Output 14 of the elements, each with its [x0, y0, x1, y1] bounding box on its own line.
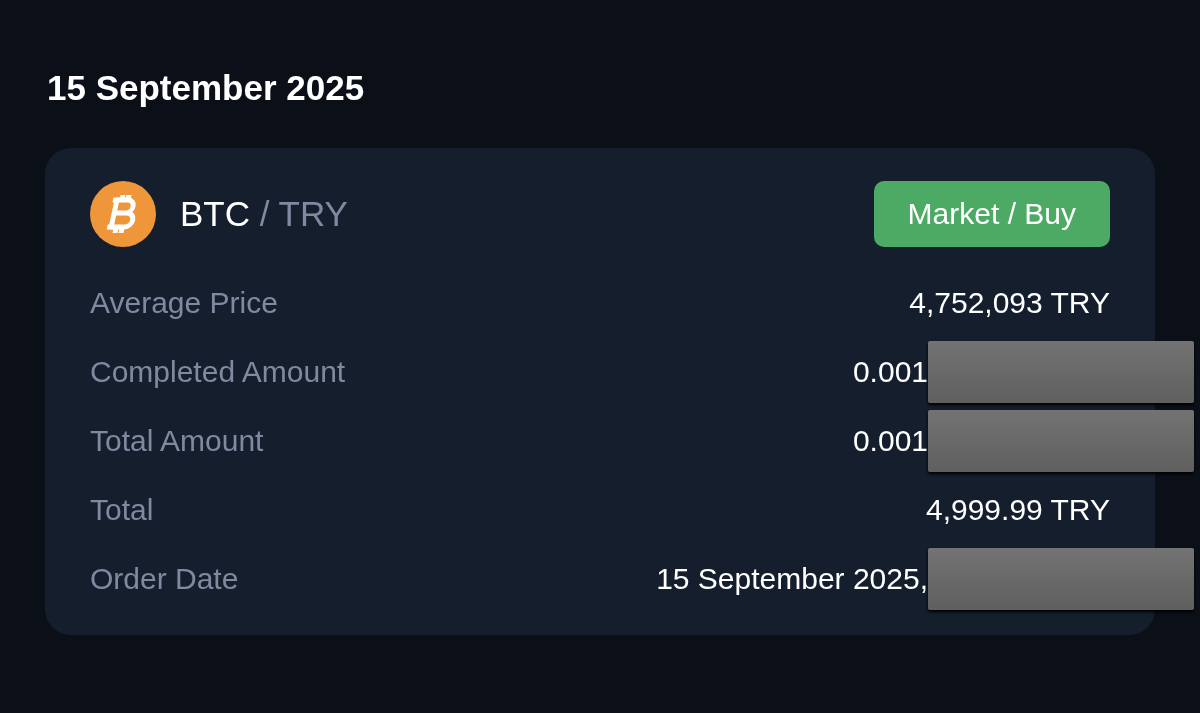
- detail-value: 0.001: [852, 354, 928, 390]
- detail-value: 0.001: [852, 423, 928, 459]
- detail-label: Total Amount: [90, 423, 264, 459]
- bitcoin-icon: [90, 181, 156, 247]
- detail-value: 15 September 2025,: [656, 561, 928, 597]
- order-type-badge: Market / Buy: [873, 181, 1110, 247]
- detail-value: 4,752,093 TRY: [909, 285, 1110, 321]
- detail-value: 4,999.99 TRY: [925, 492, 1110, 528]
- detail-label: Total: [90, 492, 154, 528]
- trading-pair: BTC / TRY: [180, 193, 348, 235]
- detail-label: Completed Amount: [90, 354, 346, 390]
- detail-label: Average Price: [90, 285, 278, 321]
- date-heading: 15 September 2025: [47, 67, 365, 109]
- detail-label: Order Date: [90, 561, 239, 597]
